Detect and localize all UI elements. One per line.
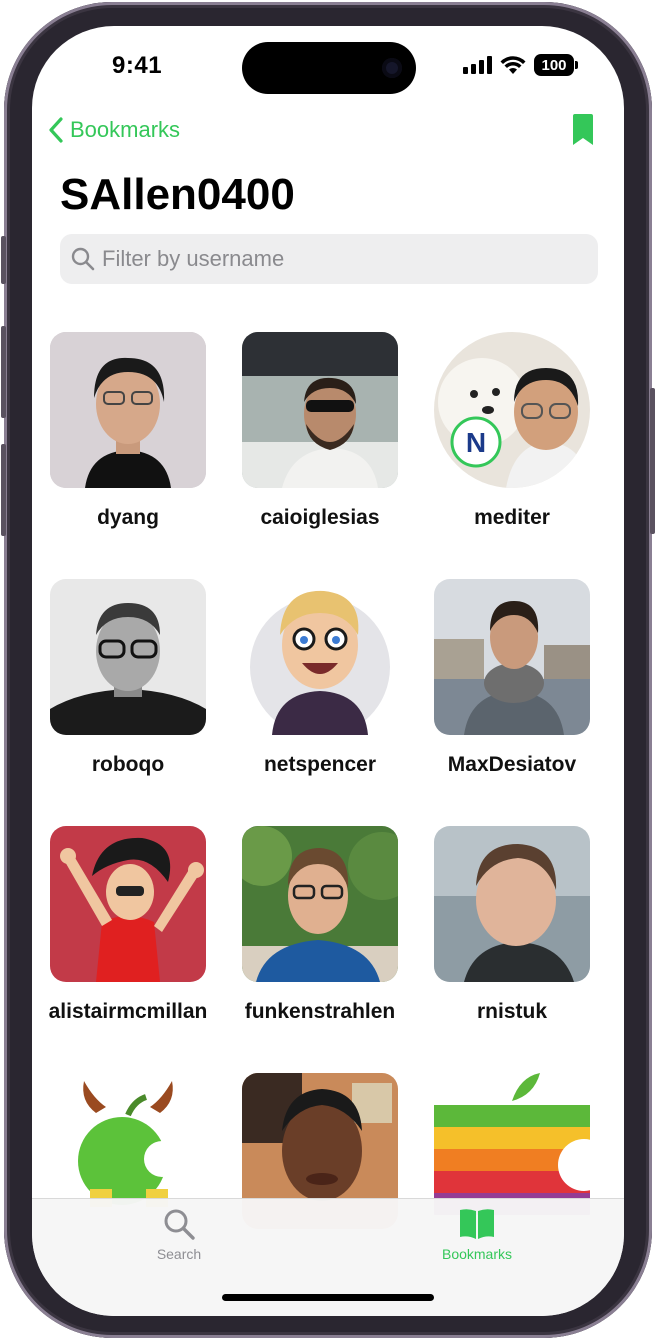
username: alistairmcmillan (48, 1000, 208, 1023)
user-card[interactable] (32, 1073, 224, 1229)
username: funkenstrahlen (244, 1000, 396, 1023)
avatar (242, 579, 398, 735)
back-button[interactable]: Bookmarks (48, 116, 180, 144)
user-card[interactable] (416, 1073, 608, 1229)
user-card[interactable]: caioiglesias (224, 332, 416, 538)
username: dyang (97, 506, 159, 529)
user-card[interactable]: funkenstrahlen (224, 826, 416, 1032)
avatar: N (434, 332, 590, 488)
user-card[interactable]: dyang (32, 332, 224, 538)
user-card[interactable]: N mediter (416, 332, 608, 538)
avatar (242, 332, 398, 488)
user-card[interactable] (224, 1073, 416, 1229)
user-card[interactable]: netspencer (224, 579, 416, 785)
volume-down-button (1, 444, 6, 536)
username: MaxDesiatov (447, 753, 577, 776)
dynamic-island (242, 42, 416, 94)
username: netspencer (263, 753, 377, 776)
camera-icon (382, 58, 402, 78)
bookmark-button[interactable] (572, 114, 594, 151)
status-icons: 100 (463, 54, 578, 76)
wifi-icon (500, 56, 526, 74)
user-card[interactable]: rnistuk (416, 826, 608, 1032)
magnifier-icon (164, 1209, 195, 1240)
search-field[interactable]: Filter by username (60, 234, 598, 284)
battery-icon: 100 (534, 54, 578, 76)
back-button-label: Bookmarks (70, 117, 181, 142)
avatar (434, 579, 590, 735)
action-button (1, 236, 6, 284)
bookmark-icon (573, 114, 593, 145)
username: roboqo (91, 753, 165, 776)
cellular-signal-icon (463, 56, 492, 74)
page-title: SAllen0400 (60, 170, 295, 219)
search-placeholder: Filter by username (102, 246, 285, 271)
book-icon (460, 1209, 494, 1239)
chevron-left-icon (49, 117, 63, 143)
username: rnistuk (476, 1000, 547, 1023)
screen: 9:41 100 Bookmarks SAllen0400 Filter by … (32, 26, 624, 1316)
tab-search-label: Search (156, 1246, 202, 1262)
home-indicator[interactable] (222, 1294, 434, 1301)
svg-text:N: N (466, 427, 486, 458)
power-button (650, 388, 655, 534)
user-card[interactable]: roboqo (32, 579, 224, 785)
tab-search[interactable]: Search (104, 1207, 254, 1262)
avatar (434, 826, 590, 982)
volume-up-button (1, 326, 6, 418)
status-bar: 9:41 100 (32, 26, 624, 96)
user-card[interactable]: MaxDesiatov (416, 579, 608, 785)
avatar (50, 579, 206, 735)
status-time: 9:41 (112, 52, 163, 79)
avatar (50, 332, 206, 488)
avatar (50, 826, 206, 982)
username: caioiglesias (260, 506, 380, 529)
search-icon (71, 247, 95, 271)
username: mediter (474, 506, 550, 529)
avatar (242, 826, 398, 982)
tab-bookmarks[interactable]: Bookmarks (402, 1207, 552, 1262)
user-card[interactable]: alistairmcmillan (32, 826, 224, 1032)
tab-bookmarks-label: Bookmarks (441, 1246, 513, 1262)
